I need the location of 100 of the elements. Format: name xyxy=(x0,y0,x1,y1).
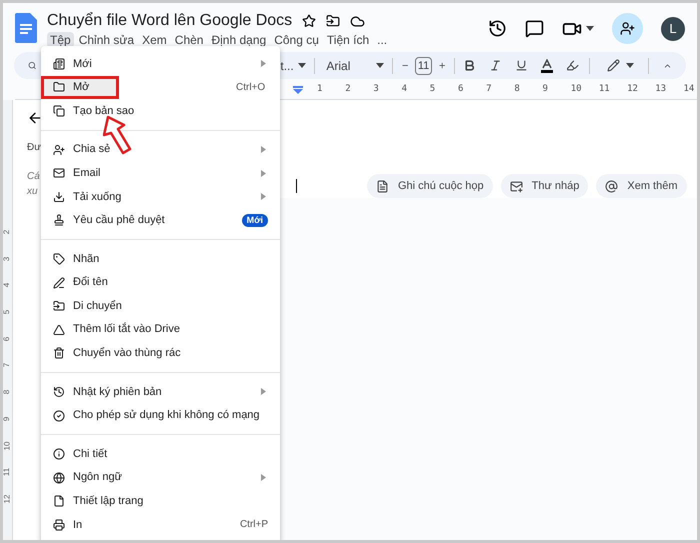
menu-item[interactable]: Mới xyxy=(41,52,280,76)
menu-item[interactable]: Ngôn ngữ xyxy=(41,466,280,490)
menu-item[interactable]: Đổi tên xyxy=(41,270,280,294)
label-icon xyxy=(53,252,65,265)
add-person-icon xyxy=(53,144,65,156)
ruler-number: 14 xyxy=(683,83,696,95)
ruler-number: 8 xyxy=(3,390,12,394)
suggestion-chip[interactable]: Xem thêm xyxy=(596,174,686,198)
text-color-icon[interactable] xyxy=(540,58,553,72)
search-icon[interactable] xyxy=(28,59,36,72)
cloud-icon[interactable] xyxy=(350,14,366,28)
ruler-number: 4 xyxy=(402,83,408,95)
docs-logo-icon[interactable] xyxy=(15,13,37,43)
menu-bar-item[interactable]: Công cụ xyxy=(271,32,322,48)
highlighter-icon[interactable] xyxy=(566,59,579,72)
ruler-number: 12 xyxy=(3,494,12,504)
outline-text: Đư xyxy=(27,141,41,155)
outline-text: xu xyxy=(27,185,38,199)
ruler-number: 10 xyxy=(3,441,12,450)
document-title[interactable]: Chuyển file Word lên Google Docs xyxy=(47,11,292,31)
font-size-field[interactable]: 11 xyxy=(415,56,432,74)
ruler-number: 3 xyxy=(3,256,12,261)
share-button[interactable] xyxy=(612,13,643,44)
outline-text: Cá xyxy=(27,170,40,184)
download-icon xyxy=(53,190,65,203)
star-icon[interactable] xyxy=(302,14,316,28)
stamp-icon xyxy=(53,214,65,226)
font-dropdown[interactable]: Arial xyxy=(322,56,384,74)
ruler-number: 11 xyxy=(3,468,12,476)
menu-item[interactable]: Email xyxy=(41,161,280,185)
back-icon[interactable] xyxy=(27,110,43,126)
history-icon[interactable] xyxy=(488,19,507,38)
printer-icon xyxy=(53,518,65,531)
caret-icon xyxy=(586,26,594,31)
ruler-number: 4 xyxy=(3,283,12,288)
new-badge: Mới xyxy=(242,214,268,227)
pen-icon xyxy=(53,276,65,289)
ruler-number: 12 xyxy=(627,83,639,95)
menu-item[interactable]: Nhật ký phiên bản xyxy=(41,380,280,404)
shortcut-text: Ctrl+O xyxy=(236,80,266,95)
menu-item[interactable]: Tải xuống xyxy=(41,184,280,209)
menu-bar-item[interactable]: Chèn xyxy=(172,32,206,48)
history-icon xyxy=(53,386,65,398)
menu-item[interactable]: In Ctrl+P xyxy=(41,513,280,537)
editing-mode-button[interactable] xyxy=(607,59,634,72)
ruler-number: 5 xyxy=(430,83,436,95)
menu-item[interactable]: Yêu cầu phê duyệt Mới xyxy=(41,208,280,232)
copy-icon xyxy=(53,104,65,117)
ruler-number: 8 xyxy=(514,83,521,95)
triangle-icon xyxy=(53,324,65,336)
avatar[interactable]: L xyxy=(661,16,685,40)
underline-icon[interactable] xyxy=(514,59,528,72)
menu-bar-item[interactable]: Xem xyxy=(139,32,170,48)
document-icon xyxy=(53,58,65,70)
menu-item[interactable]: Chi tiết xyxy=(41,442,280,466)
folder-arrow-icon[interactable] xyxy=(326,14,340,28)
style-dropdown[interactable]: t... xyxy=(280,56,294,74)
info-icon xyxy=(53,448,65,460)
menu-bar-item[interactable]: Chỉnh sửa xyxy=(76,32,138,48)
suggestion-chip[interactable]: Thư nháp xyxy=(500,174,588,198)
menu-item[interactable]: Chia sẻ xyxy=(41,138,280,162)
ruler-number: 7 xyxy=(3,363,12,368)
ruler-number: 13 xyxy=(655,83,668,95)
menu-item[interactable]: Di chuyển xyxy=(41,294,280,318)
menu-item[interactable]: Tạo bản sao xyxy=(41,99,280,123)
menu-item[interactable]: Thêm lối tắt vào Drive xyxy=(41,318,280,342)
comment-icon[interactable] xyxy=(525,19,544,38)
ruler-number: 9 xyxy=(542,83,549,95)
ruler-number: 5 xyxy=(3,310,12,314)
ruler-number: 1 xyxy=(317,83,324,95)
menu-bar-item[interactable]: ... xyxy=(374,32,390,48)
caret-icon xyxy=(298,63,306,68)
add-person-icon xyxy=(620,21,635,36)
ruler-number: 9 xyxy=(3,416,12,422)
suggestion-chip[interactable]: Ghi chú cuộc họp xyxy=(367,174,493,198)
caret-icon xyxy=(626,63,634,68)
ruler-number: 6 xyxy=(3,336,12,341)
ruler-number: 2 xyxy=(3,230,12,234)
menu-bar-item[interactable]: Định dạng xyxy=(208,32,270,48)
menu-item[interactable]: Nhãn xyxy=(41,247,280,271)
text-cursor xyxy=(296,179,297,193)
page-icon xyxy=(53,495,65,508)
italic-icon[interactable] xyxy=(488,59,502,72)
menu-item[interactable]: Thiết lập trang xyxy=(41,490,280,514)
globe-icon xyxy=(53,472,65,484)
ruler-number: 6 xyxy=(458,83,464,95)
document-icon xyxy=(376,180,389,192)
menu-item[interactable]: Chuyển vào thùng rác xyxy=(41,342,280,366)
ruler-number: 3 xyxy=(373,83,380,95)
bold-icon[interactable] xyxy=(462,59,476,72)
caret-icon xyxy=(376,63,384,68)
ruler-number: 10 xyxy=(570,83,583,95)
indent-marker-icon[interactable] xyxy=(293,86,303,94)
folder-arrow-icon xyxy=(53,300,65,312)
mail-icon xyxy=(510,180,523,192)
menu-bar-item[interactable]: Tiện ích xyxy=(324,32,372,48)
ruler-number: 2 xyxy=(345,83,352,95)
shortcut-text: Ctrl+P xyxy=(240,518,268,532)
menu-item[interactable]: Cho phép sử dụng khi không có mạng xyxy=(41,404,280,428)
at-sign-icon xyxy=(605,180,618,192)
